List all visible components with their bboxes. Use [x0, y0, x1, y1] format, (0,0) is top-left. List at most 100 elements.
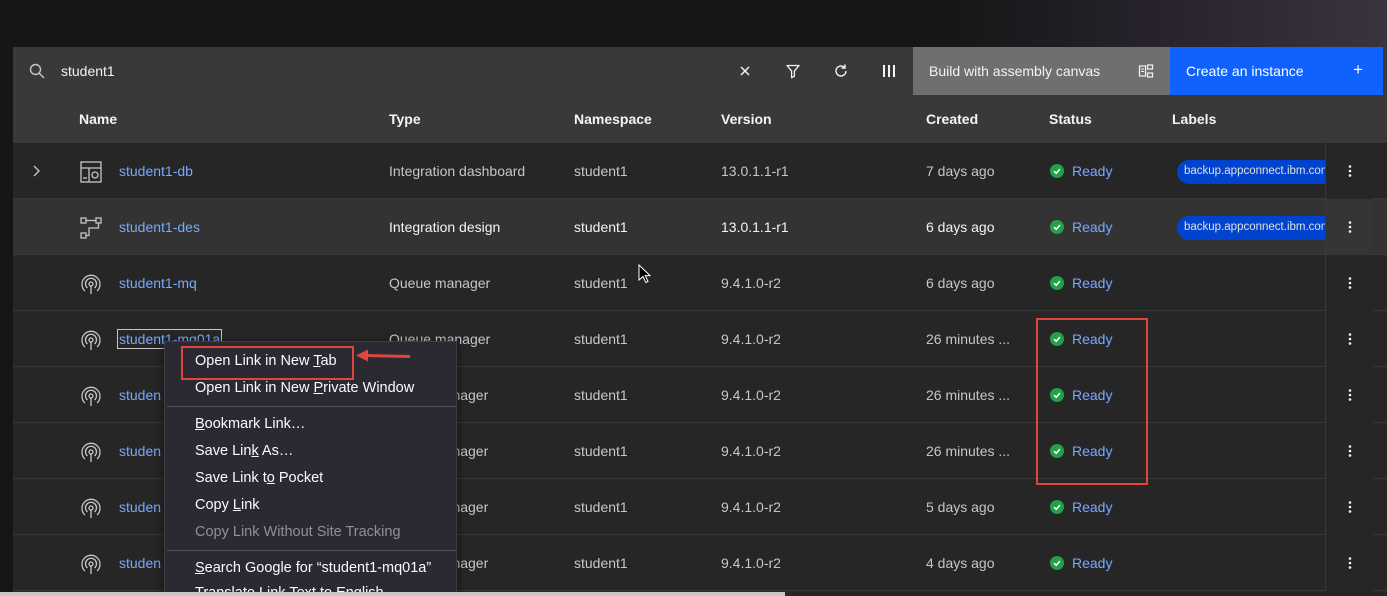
search-input[interactable]: student1	[61, 63, 115, 79]
check-icon	[1050, 164, 1064, 178]
menu-item-save-as[interactable]: Save Link As…	[195, 443, 293, 459]
status-badge: Ready	[1050, 163, 1112, 179]
instance-name-link[interactable]: student1-des	[119, 219, 200, 235]
overflow-menu-icon	[1348, 221, 1351, 233]
queue-manager-icon	[79, 328, 103, 352]
table-header: Name Type Namespace Version Created Stat…	[13, 95, 1387, 143]
instance-namespace: student1	[574, 555, 628, 571]
instance-created: 6 days ago	[926, 275, 995, 291]
assembly-canvas-label: Build with assembly canvas	[929, 63, 1101, 79]
expand-chevron-icon[interactable]	[28, 163, 44, 179]
status-badge: Ready	[1050, 555, 1112, 571]
instance-version: 9.4.1.0-r2	[721, 443, 781, 459]
check-icon	[1050, 556, 1064, 570]
overflow-menu-icon	[1348, 501, 1351, 513]
overflow-menu-icon	[1348, 557, 1351, 569]
horizontal-scrollbar[interactable]	[0, 592, 785, 596]
instance-type: Integration dashboard	[389, 163, 526, 179]
create-instance-button[interactable]: Create an instance +	[1170, 47, 1383, 95]
status-text: Ready	[1072, 499, 1113, 515]
instance-version: 9.4.1.0-r2	[721, 555, 781, 571]
assembly-icon	[1138, 64, 1154, 78]
instance-created: 5 days ago	[926, 499, 995, 515]
overflow-menu-button[interactable]	[1325, 423, 1373, 479]
instance-namespace: student1	[574, 275, 628, 291]
refresh-icon	[835, 64, 847, 77]
clear-search-icon[interactable]	[737, 63, 753, 79]
column-header-type[interactable]: Type	[389, 111, 421, 127]
table-row[interactable]: student1-des Integration design student1 13…	[13, 199, 1387, 255]
overflow-menu-button[interactable]	[1325, 311, 1373, 367]
instance-name-link[interactable]: studen	[119, 443, 161, 459]
status-badge: Ready	[1050, 275, 1112, 291]
instance-namespace: student1	[574, 331, 628, 347]
instance-version: 9.4.1.0-r2	[721, 387, 781, 403]
instance-name-link[interactable]: student1-db	[119, 163, 193, 179]
check-icon	[1050, 220, 1064, 234]
toolbar: student1 Build with assembly canvas Crea…	[13, 47, 1387, 95]
search-bar[interactable]: student1	[13, 47, 769, 95]
instance-created: 26 minutes ...	[926, 331, 1011, 347]
overflow-menu-button[interactable]	[1325, 479, 1373, 535]
overflow-menu-button[interactable]	[1325, 255, 1373, 311]
menu-item-bookmark[interactable]: Bookmark Link…	[195, 416, 305, 432]
instance-name-link[interactable]: studen	[119, 387, 161, 403]
annotation-arrow-icon	[356, 349, 411, 362]
menu-item-search-google[interactable]: Search Google for “student1-mq01a”	[195, 560, 431, 576]
instance-namespace: student1	[574, 387, 628, 403]
overflow-menu-button[interactable]	[1325, 143, 1373, 199]
status-badge: Ready	[1050, 499, 1112, 515]
menu-separator	[167, 406, 456, 407]
menu-item-open-private[interactable]: Open Link in New Private Window	[195, 380, 414, 396]
menu-item-copy-link[interactable]: Copy Link	[195, 497, 260, 513]
label-tag: backup.appconnect.ibm.com	[1177, 160, 1325, 184]
filter-icon	[786, 64, 800, 79]
overflow-menu-icon	[1348, 333, 1351, 345]
instance-name-link[interactable]: studen	[119, 555, 161, 571]
menu-item-save-pocket[interactable]: Save Link to Pocket	[195, 470, 323, 486]
assembly-canvas-button[interactable]: Build with assembly canvas	[913, 47, 1170, 95]
instance-created: 7 days ago	[926, 163, 995, 179]
table-row[interactable]: student1-mq Queue manager student1 9.4.1.0-…	[13, 255, 1387, 311]
column-header-status[interactable]: Status	[1049, 111, 1092, 127]
instance-namespace: student1	[574, 443, 628, 459]
overflow-menu-icon	[1348, 445, 1351, 457]
columns-button[interactable]	[865, 47, 913, 95]
mouse-cursor-icon	[638, 264, 651, 284]
overflow-menu-icon	[1348, 389, 1351, 401]
table-row[interactable]: student1-db Integration dashboard student1…	[13, 143, 1387, 199]
column-header-name[interactable]: Name	[79, 111, 117, 127]
overflow-menu-button[interactable]	[1325, 199, 1373, 255]
instance-version: 9.4.1.0-r2	[721, 499, 781, 515]
status-text: Ready	[1072, 275, 1113, 291]
instance-name-link[interactable]: student1-mq	[119, 275, 197, 291]
instance-type: Integration design	[389, 219, 501, 235]
column-header-labels[interactable]: Labels	[1172, 111, 1216, 127]
column-header-namespace[interactable]: Namespace	[574, 111, 652, 127]
instance-namespace: student1	[574, 163, 628, 179]
instance-version: 13.0.1.1-r1	[721, 219, 789, 235]
check-icon	[1050, 276, 1064, 290]
instance-name-link[interactable]: studen	[119, 499, 161, 515]
status-annotation-box	[1036, 318, 1148, 485]
queue-manager-icon	[79, 272, 103, 296]
flow-icon	[79, 216, 103, 240]
refresh-button[interactable]	[817, 47, 865, 95]
overflow-menu-icon	[1348, 165, 1351, 177]
overflow-menu-button[interactable]	[1325, 367, 1373, 423]
column-header-version[interactable]: Version	[721, 111, 772, 127]
label-tag: backup.appconnect.ibm.com	[1177, 216, 1325, 240]
search-icon	[29, 63, 45, 79]
filter-button[interactable]	[769, 47, 817, 95]
status-badge: Ready	[1050, 219, 1112, 235]
check-icon	[1050, 500, 1064, 514]
column-header-created[interactable]: Created	[926, 111, 978, 127]
overflow-menu-button[interactable]	[1325, 535, 1373, 591]
instance-type: Queue manager	[389, 275, 491, 291]
menu-annotation-box	[181, 346, 354, 380]
columns-icon	[883, 65, 895, 77]
queue-manager-icon	[79, 496, 103, 520]
overflow-menu-icon	[1348, 277, 1351, 289]
status-text: Ready	[1072, 163, 1113, 179]
instance-created: 26 minutes ...	[926, 443, 1011, 459]
